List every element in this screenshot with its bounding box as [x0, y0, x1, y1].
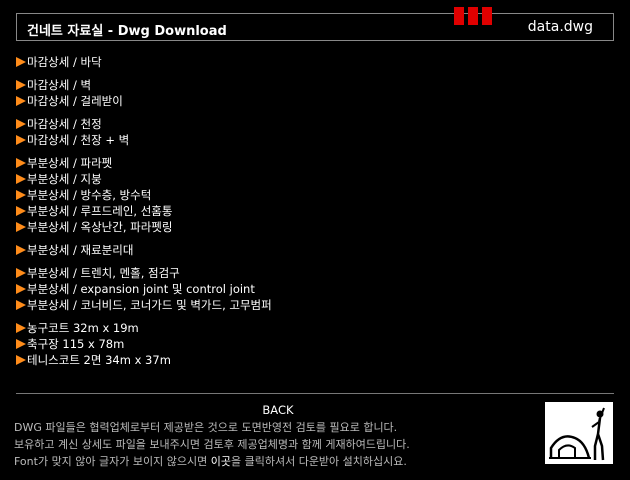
download-list: 마감상세 / 바닥 마감상세 / 벽 마감상세 / 걸레받이 마감상세 / 천정 마감상… [16, 54, 536, 375]
download-item-label: 마감상세 / 바닥 [27, 55, 102, 69]
download-item-label: 부분상세 / 루프드레인, 선홈통 [27, 204, 173, 218]
download-item[interactable]: 부분상세 / 트렌치, 멘홀, 점검구 [16, 265, 536, 281]
footer-line-3: Font가 맞지 않아 글자가 보이지 않으시면 이곳을 클릭하셔서 다운받아 … [14, 453, 534, 470]
download-item-label: 마감상세 / 걸레받이 [27, 94, 123, 108]
footer-line-2: 보유하고 계신 상세도 파일을 보내주시면 검토후 제공업체명과 함께 게재하여… [14, 438, 410, 451]
download-item[interactable]: 마감상세 / 천장 + 벽 [16, 132, 536, 148]
download-item-label: 부분상세 / 코너비드, 코너가드 및 벽가드, 고무범퍼 [27, 298, 272, 312]
arrow-icon [16, 339, 26, 349]
download-item[interactable]: 마감상세 / 걸레받이 [16, 93, 536, 109]
arrow-icon [16, 284, 26, 294]
arrow-icon [16, 268, 26, 278]
footer-notice: DWG 파일들은 협력업체로부터 제공받은 것으로 도면반영전 검토를 필요로 … [14, 419, 534, 470]
arrow-icon [16, 245, 26, 255]
download-item-label: 테니스코트 2면 34m x 37m [27, 353, 171, 367]
download-item-label: 마감상세 / 천장 + 벽 [27, 133, 130, 147]
download-item-label: 부분상세 / 지붕 [27, 172, 102, 186]
download-item-label: 부분상세 / 트렌치, 멘홀, 점검구 [27, 266, 180, 280]
download-item-label: 부분상세 / 재료분리대 [27, 243, 134, 257]
list-group: 마감상세 / 천정마감상세 / 천장 + 벽 [16, 116, 536, 148]
list-group: 부분상세 / 파라펫부분상세 / 지붕부분상세 / 방수층, 방수턱부분상세 /… [16, 155, 536, 235]
arrow-icon [16, 80, 26, 90]
download-item-label: 부분상세 / 옥상난간, 파라펫링 [27, 220, 173, 234]
header-file-label: data.dwg [527, 19, 593, 35]
arrow-icon [16, 119, 26, 129]
font-download-link[interactable]: 이곳 [211, 455, 231, 468]
arrow-icon [16, 135, 26, 145]
red-block-icon [454, 7, 464, 25]
download-item[interactable]: 마감상세 / 벽 [16, 77, 536, 93]
download-item[interactable]: 마감상세 / 천정 [16, 116, 536, 132]
back-link[interactable]: BACK [0, 403, 556, 417]
red-block-icon [482, 7, 492, 25]
download-item[interactable]: 부분상세 / 파라펫 [16, 155, 536, 171]
header-bar: 건네트 자료실 - Dwg Download data.dwg [16, 7, 614, 41]
download-item-label: 마감상세 / 천정 [27, 117, 102, 131]
download-item[interactable]: 마감상세 / 바닥 [16, 54, 536, 70]
download-item[interactable]: 테니스코트 2면 34m x 37m [16, 352, 536, 368]
download-item-label: 마감상세 / 벽 [27, 78, 92, 92]
download-item[interactable]: 부분상세 / 재료분리대 [16, 242, 536, 258]
download-item[interactable]: 부분상세 / expansion joint 및 control joint [16, 281, 536, 297]
header-red-blocks [454, 7, 492, 25]
download-item-label: 농구코트 32m x 19m [27, 321, 139, 335]
page-title: 건네트 자료실 - Dwg Download [27, 24, 227, 39]
red-block-icon [468, 7, 478, 25]
arrow-icon [16, 96, 26, 106]
human-figure-logo-icon [545, 402, 613, 464]
download-item[interactable]: 부분상세 / 옥상난간, 파라펫링 [16, 219, 536, 235]
arrow-icon [16, 206, 26, 216]
arrow-icon [16, 222, 26, 232]
arrow-icon [16, 57, 26, 67]
download-item-label: 축구장 115 x 78m [27, 337, 125, 351]
arrow-icon [16, 323, 26, 333]
list-group: 마감상세 / 바닥 [16, 54, 536, 70]
arrow-icon [16, 300, 26, 310]
footer-divider [16, 393, 614, 394]
list-group: 부분상세 / 재료분리대 [16, 242, 536, 258]
download-item[interactable]: 부분상세 / 방수층, 방수턱 [16, 187, 536, 203]
download-item[interactable]: 부분상세 / 루프드레인, 선홈통 [16, 203, 536, 219]
download-item[interactable]: 축구장 115 x 78m [16, 336, 536, 352]
download-item[interactable]: 부분상세 / 코너비드, 코너가드 및 벽가드, 고무범퍼 [16, 297, 536, 313]
arrow-icon [16, 355, 26, 365]
download-item-label: 부분상세 / expansion joint 및 control joint [27, 282, 255, 296]
footer-line-1: DWG 파일들은 협력업체로부터 제공받은 것으로 도면반영전 검토를 필요로 … [14, 421, 398, 434]
footer-line-3-post: 을 클릭하셔서 다운받아 설치하십시요. [230, 455, 407, 468]
arrow-icon [16, 158, 26, 168]
list-group: 농구코트 32m x 19m 축구장 115 x 78m 테니스코트 2면 34m … [16, 320, 536, 368]
download-item-label: 부분상세 / 방수층, 방수턱 [27, 188, 152, 202]
download-item[interactable]: 부분상세 / 지붕 [16, 171, 536, 187]
download-item[interactable]: 농구코트 32m x 19m [16, 320, 536, 336]
arrow-icon [16, 174, 26, 184]
download-item-label: 부분상세 / 파라펫 [27, 156, 113, 170]
arrow-icon [16, 190, 26, 200]
footer-line-3-pre: Font가 맞지 않아 글자가 보이지 않으시면 [14, 455, 211, 468]
list-group: 부분상세 / 트렌치, 멘홀, 점검구부분상세 / expansion join… [16, 265, 536, 313]
list-group: 마감상세 / 벽마감상세 / 걸레받이 [16, 77, 536, 109]
